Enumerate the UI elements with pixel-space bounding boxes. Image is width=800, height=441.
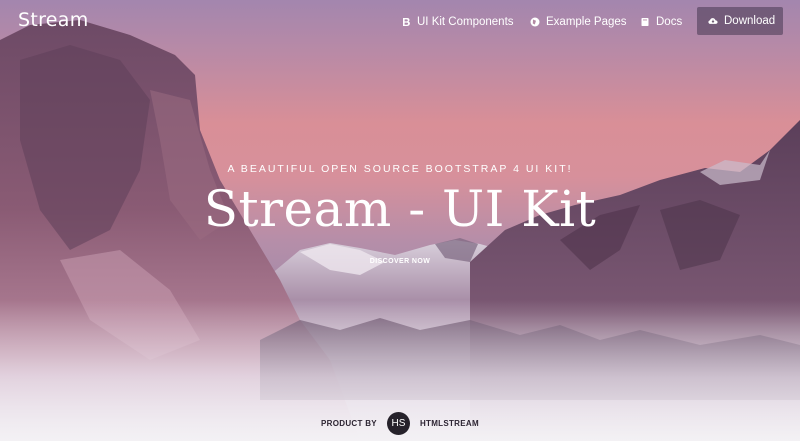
credit-company-name[interactable]: HTMLSTREAM	[420, 419, 479, 428]
hero-tagline: A BEAUTIFUL OPEN SOURCE BOOTSTRAP 4 UI K…	[227, 163, 573, 175]
nav-link-label: UI Kit Components	[417, 16, 514, 28]
nav-example-pages[interactable]: Example Pages	[530, 14, 627, 30]
nav-link-label: Download	[724, 15, 776, 27]
nav-link-label: Docs	[656, 16, 683, 28]
htmlstream-logo-icon[interactable]: HS	[386, 411, 410, 435]
nav-docs[interactable]: Docs	[640, 14, 682, 30]
pages-icon	[530, 17, 540, 27]
bootstrap-icon	[403, 18, 410, 26]
hero-title: Stream - UI Kit	[203, 180, 597, 238]
nav-download-button[interactable]: Download	[697, 7, 783, 35]
nav-ui-kit-components[interactable]: UI Kit Components	[401, 14, 514, 30]
cloud-download-icon	[708, 18, 718, 24]
product-credit: PRODUCT BY HS HTMLSTREAM	[0, 408, 800, 438]
nav-link-label: Example Pages	[546, 16, 627, 28]
credit-label: PRODUCT BY	[321, 418, 377, 428]
top-navbar: Stream UI Kit Components Example Pages D…	[0, 0, 800, 42]
discover-now-link[interactable]: DISCOVER NOW	[360, 258, 440, 265]
hero-section: Stream UI Kit Components Example Pages D…	[0, 0, 800, 441]
brand-logo[interactable]: Stream	[18, 9, 89, 31]
book-icon	[641, 18, 649, 26]
